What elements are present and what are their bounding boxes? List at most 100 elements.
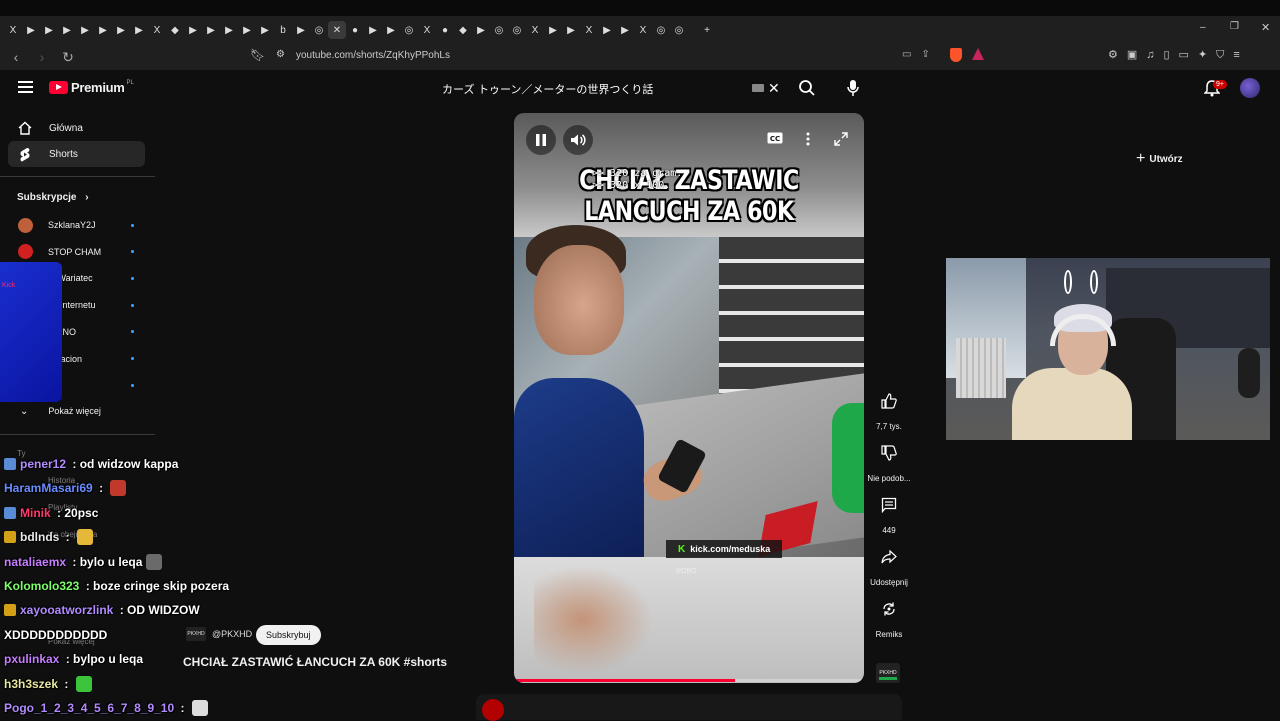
share-button[interactable]: Udostępnij bbox=[866, 542, 912, 587]
browser-tab[interactable]: ◎ bbox=[490, 21, 508, 39]
back-icon[interactable]: ‹ bbox=[6, 49, 26, 65]
browser-tab[interactable]: ◎ bbox=[508, 21, 526, 39]
browser-tab[interactable]: b bbox=[274, 21, 292, 39]
remix-button[interactable]: Remiks bbox=[866, 594, 912, 639]
like-button[interactable]: 7,7 tys. bbox=[866, 386, 912, 431]
video-subtitles: >> 320 za gram. >> 320 x 100. bbox=[592, 168, 682, 192]
browser-tab[interactable]: ▶ bbox=[22, 21, 40, 39]
browser-tab[interactable]: ▶ bbox=[94, 21, 112, 39]
chat-message: Pogo_1_2_3_4_5_6_7_8_9_10 : bbox=[4, 698, 208, 718]
site-info-icon[interactable]: ⚙︎ bbox=[276, 49, 285, 60]
sidebar-item-shorts[interactable]: Shorts bbox=[8, 141, 145, 167]
chat-text: 20psc bbox=[64, 505, 99, 520]
search-box[interactable]: カーズ トゥーン／メーターの世界つくり話 bbox=[430, 75, 790, 103]
extensions-icons[interactable]: ▭⇪ bbox=[902, 49, 940, 60]
browser-tab[interactable]: X bbox=[4, 21, 22, 39]
browser-tab[interactable]: X bbox=[526, 21, 544, 39]
chat-emote-icon bbox=[75, 675, 92, 692]
browser-tab[interactable]: ▶ bbox=[364, 21, 382, 39]
video-person-jacket bbox=[514, 378, 644, 558]
browser-tab[interactable]: ▶ bbox=[562, 21, 580, 39]
keyboard-icon[interactable] bbox=[752, 84, 764, 92]
browser-tab[interactable]: ● bbox=[436, 21, 454, 39]
browser-tab[interactable]: ▶ bbox=[202, 21, 220, 39]
create-button[interactable]: + Utwórz bbox=[1128, 148, 1191, 170]
chat-username: xayooatworzlink bbox=[20, 603, 114, 618]
sidebar-item-home[interactable]: Główna bbox=[8, 115, 145, 141]
share-label: Udostępnij bbox=[870, 578, 908, 587]
pause-button[interactable] bbox=[526, 125, 556, 155]
browser-tab[interactable]: ◎ bbox=[400, 21, 418, 39]
like-count: 7,7 tys. bbox=[876, 422, 902, 431]
browser-tab[interactable]: ▶ bbox=[130, 21, 148, 39]
chat-message: h3h3szek : bbox=[4, 674, 92, 694]
browser-tab[interactable]: ◆ bbox=[454, 21, 472, 39]
microphone-icon[interactable] bbox=[846, 79, 860, 97]
new-tab-button[interactable]: + bbox=[698, 21, 716, 39]
browser-tab[interactable]: ● bbox=[346, 21, 364, 39]
browser-tab[interactable]: ▶ bbox=[220, 21, 238, 39]
browser-tab[interactable]: ▶ bbox=[544, 21, 562, 39]
clear-search-icon[interactable]: ✕ bbox=[768, 80, 780, 97]
search-input[interactable]: カーズ トゥーン／メーターの世界つくり話 bbox=[442, 81, 653, 97]
window-minimize-button[interactable]: ‒ bbox=[1200, 22, 1206, 33]
brave-rewards-icon[interactable] bbox=[972, 48, 984, 60]
browser-tab[interactable]: ▶ bbox=[238, 21, 256, 39]
browser-tab[interactable]: ◆ bbox=[166, 21, 184, 39]
browser-tab[interactable]: ▶ bbox=[598, 21, 616, 39]
search-icon[interactable] bbox=[798, 79, 816, 97]
captions-button[interactable]: CC bbox=[766, 131, 784, 145]
browser-tab[interactable]: ◎ bbox=[310, 21, 328, 39]
forward-icon[interactable]: › bbox=[32, 49, 52, 65]
browser-tab[interactable]: ▶ bbox=[256, 21, 274, 39]
brave-shield-icon[interactable] bbox=[950, 48, 962, 62]
browser-tab[interactable]: X bbox=[148, 21, 166, 39]
window-close-button[interactable]: ✕ bbox=[1261, 21, 1270, 34]
dislike-button[interactable]: Nie podob... bbox=[866, 438, 912, 483]
reload-icon[interactable]: ↻ bbox=[58, 49, 78, 66]
subscription-item[interactable]: SzklanaY2J bbox=[18, 216, 138, 234]
account-avatar[interactable] bbox=[1240, 78, 1260, 98]
browser-tab[interactable]: ✕ bbox=[328, 21, 346, 39]
chat-username: Kolomolo323 bbox=[4, 579, 80, 593]
browser-tab[interactable]: ▶ bbox=[184, 21, 202, 39]
chat-emote-icon bbox=[110, 480, 127, 497]
browser-tab[interactable]: ▶ bbox=[292, 21, 310, 39]
chat-separator: : bbox=[62, 530, 73, 545]
chat-message: HaramMasari69 : bbox=[4, 478, 127, 498]
channel-thumbnail[interactable]: PKXHD bbox=[876, 663, 900, 683]
browser-tab[interactable]: ▶ bbox=[472, 21, 490, 39]
browser-tab[interactable]: X bbox=[418, 21, 436, 39]
chat-text: OD WIDZOW bbox=[127, 603, 200, 618]
browser-tab[interactable]: ▶ bbox=[58, 21, 76, 39]
browser-tab[interactable]: ▶ bbox=[616, 21, 634, 39]
browser-tab[interactable]: ▶ bbox=[382, 21, 400, 39]
volume-button[interactable] bbox=[563, 125, 593, 155]
short-video-player[interactable]: ROBO CHCIAŁ ZASTAWIC LANCUCH ZA 60K >> 3… bbox=[514, 113, 864, 683]
bookmark-icon[interactable]: 🔖︎ bbox=[250, 48, 265, 62]
video-progress-bar[interactable] bbox=[514, 679, 864, 682]
browser-tab[interactable]: ▶ bbox=[40, 21, 58, 39]
chat-emote-icon bbox=[191, 700, 208, 716]
browser-tab[interactable]: ◎ bbox=[670, 21, 688, 39]
video-caption: CHCIAŁ ZASTAWIC LANCUCH ZA 60K bbox=[546, 165, 833, 227]
show-more-button[interactable]: ⌄ Pokaż więcej bbox=[18, 402, 138, 420]
url-field[interactable]: youtube.com/shorts/ZqKhyPPohLs bbox=[296, 50, 450, 61]
browser-tab[interactable]: ◎ bbox=[652, 21, 670, 39]
chat-badge-icon bbox=[4, 506, 16, 519]
comments-count: 449 bbox=[882, 526, 896, 535]
menu-icon[interactable] bbox=[18, 81, 33, 93]
next-short-preview[interactable] bbox=[476, 694, 902, 721]
youtube-logo[interactable]: Premium PL bbox=[49, 80, 134, 95]
browser-tab[interactable]: X bbox=[580, 21, 598, 39]
toolbar-icons[interactable]: ⚙▣♫▯▭✦⛉≡ bbox=[1108, 48, 1249, 62]
browser-tab[interactable]: ▶ bbox=[112, 21, 130, 39]
fullscreen-button[interactable] bbox=[832, 130, 850, 148]
comments-button[interactable]: 449 bbox=[866, 490, 912, 535]
more-options-button[interactable] bbox=[800, 129, 816, 149]
subscriptions-heading[interactable]: Subskrypcje › bbox=[17, 192, 89, 203]
browser-tab[interactable]: ▶ bbox=[76, 21, 94, 39]
subscription-item[interactable]: STOP CHAM bbox=[18, 243, 138, 261]
window-maximize-button[interactable]: ❐ bbox=[1230, 21, 1239, 32]
browser-tab[interactable]: X bbox=[634, 21, 652, 39]
